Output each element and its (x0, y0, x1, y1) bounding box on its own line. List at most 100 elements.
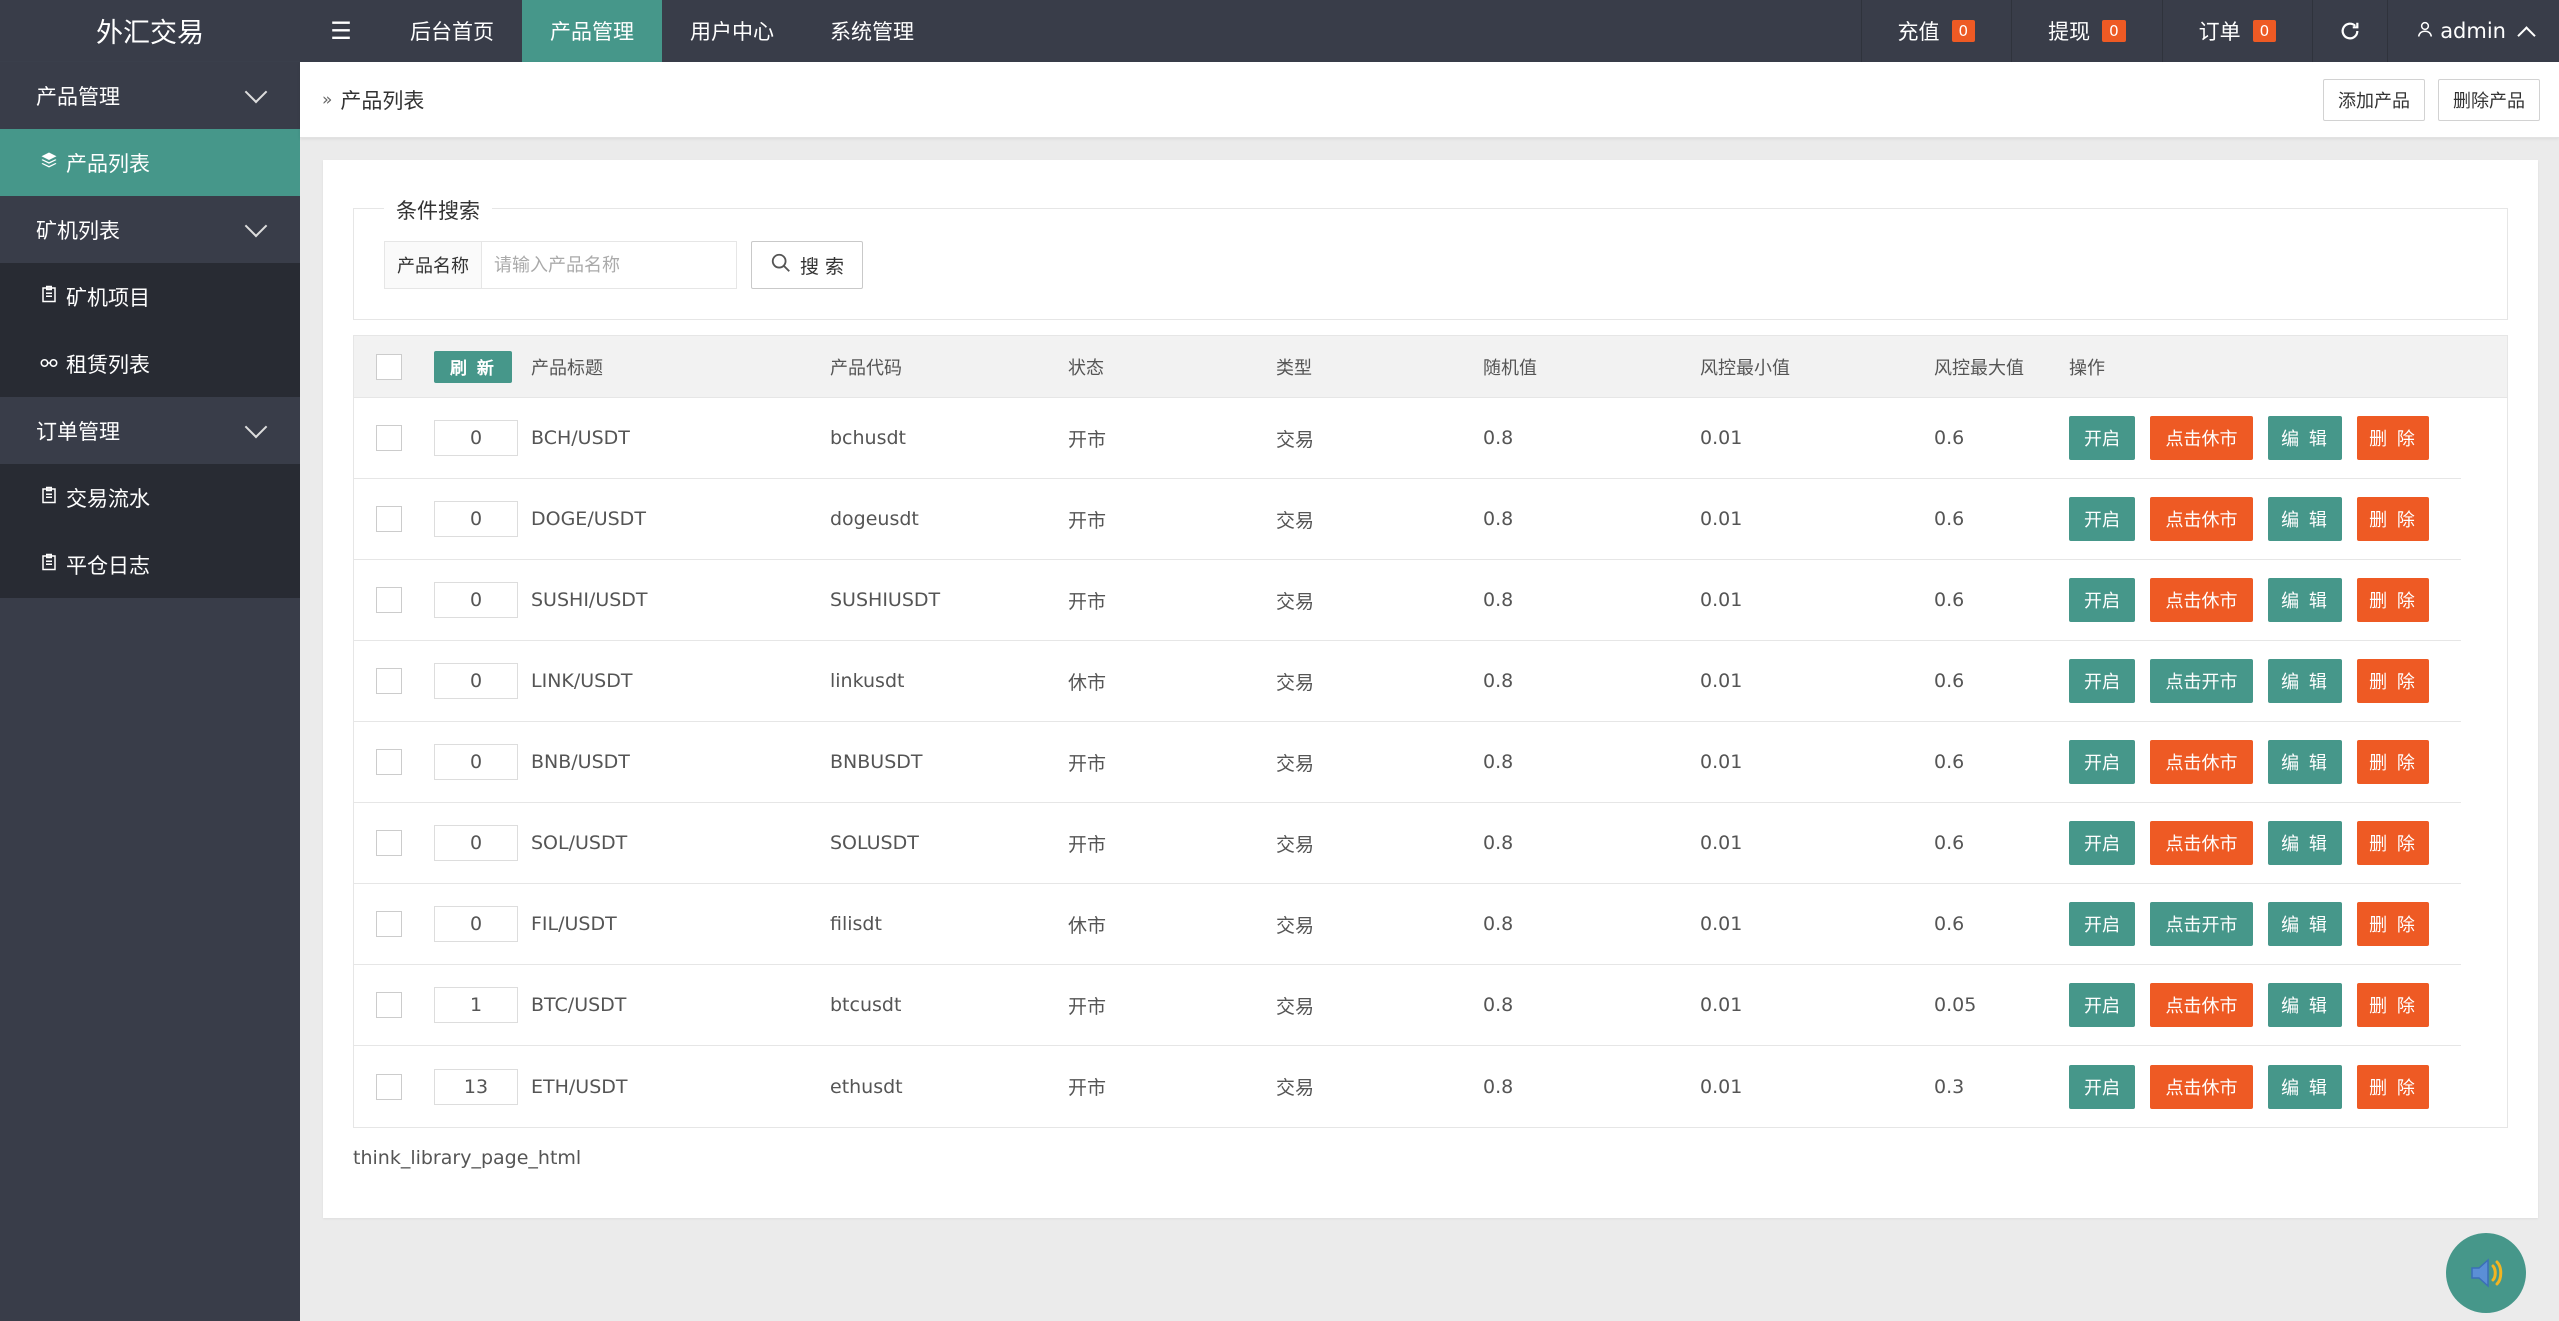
add-product-button[interactable]: 添加产品 (2323, 78, 2425, 121)
cell-risk-max: 0.6 (1934, 427, 1965, 449)
toggle-market-button[interactable]: 点击休市 (2150, 416, 2253, 460)
cell-status: 休市 (1068, 671, 1107, 694)
select-all-checkbox[interactable] (376, 353, 402, 380)
row-checkbox[interactable] (376, 749, 402, 775)
cell-title: SUSHI/USDT (531, 589, 648, 611)
row-checkbox[interactable] (376, 1073, 402, 1100)
sort-input[interactable] (434, 987, 518, 1023)
edit-button[interactable]: 编 辑 (2268, 497, 2342, 541)
delete-button[interactable]: 删 除 (2357, 740, 2429, 784)
toggle-market-button[interactable]: 点击开市 (2150, 902, 2253, 946)
edit-button[interactable]: 编 辑 (2268, 821, 2342, 865)
sidebar-group-miners[interactable]: 矿机列表 (0, 196, 300, 263)
sort-input[interactable] (434, 1068, 518, 1105)
row-checkbox[interactable] (376, 830, 402, 856)
sidebar-item-label: 矿机项目 (66, 285, 150, 310)
edit-button[interactable]: 编 辑 (2268, 578, 2342, 622)
cell-title: BNB/USDT (531, 751, 630, 773)
chevron-down-icon (244, 415, 268, 438)
toggle-market-button[interactable]: 点击休市 (2150, 497, 2253, 541)
toggle-market-button[interactable]: 点击休市 (2150, 821, 2253, 865)
sort-input[interactable] (434, 906, 518, 942)
top-nav-item-home[interactable]: 后台首页 (382, 0, 522, 62)
row-checkbox[interactable] (376, 992, 402, 1018)
clipboard-icon (38, 285, 60, 308)
sidebar-item-product-list[interactable]: 产品列表 (0, 129, 300, 196)
row-checkbox[interactable] (376, 668, 402, 694)
cell-code: btcusdt (830, 994, 902, 1016)
refresh-icon[interactable] (2312, 0, 2387, 62)
refresh-sort-button[interactable]: 刷 新 (434, 350, 512, 383)
delete-button[interactable]: 删 除 (2357, 983, 2429, 1027)
delete-button[interactable]: 删 除 (2357, 578, 2429, 622)
sort-input[interactable] (434, 825, 518, 861)
top-nav-item-system[interactable]: 系统管理 (802, 0, 942, 62)
open-button[interactable]: 开启 (2069, 740, 2135, 784)
delete-button[interactable]: 删 除 (2357, 659, 2429, 703)
cell-risk-min: 0.01 (1700, 670, 1743, 692)
row-checkbox[interactable] (376, 587, 402, 613)
edit-button[interactable]: 编 辑 (2268, 983, 2342, 1027)
sort-input[interactable] (434, 420, 518, 456)
cell-title: SOL/USDT (531, 832, 628, 854)
cell-risk-min: 0.01 (1700, 1075, 1743, 1098)
sidebar-group-products[interactable]: 产品管理 (0, 62, 300, 129)
row-checkbox[interactable] (376, 506, 402, 532)
chevron-down-icon (244, 80, 268, 103)
sidebar-item-label: 产品列表 (66, 151, 150, 176)
delete-button[interactable]: 删 除 (2357, 821, 2429, 865)
sidebar-group-label: 矿机列表 (36, 218, 120, 243)
toggle-market-button[interactable]: 点击休市 (2150, 983, 2253, 1027)
edit-button[interactable]: 编 辑 (2268, 902, 2342, 946)
order-link[interactable]: 订单 0 (2161, 0, 2313, 62)
toggle-market-button[interactable]: 点击开市 (2150, 659, 2253, 703)
delete-button[interactable]: 删 除 (2357, 902, 2429, 946)
sidebar-item-lease-list[interactable]: 租赁列表 (0, 330, 300, 397)
open-button[interactable]: 开启 (2069, 1064, 2135, 1109)
user-menu[interactable]: admin (2387, 0, 2559, 62)
sort-input[interactable] (434, 582, 518, 618)
open-button[interactable]: 开启 (2069, 416, 2135, 460)
cell-title: DOGE/USDT (531, 508, 646, 530)
open-button[interactable]: 开启 (2069, 578, 2135, 622)
delete-button[interactable]: 删 除 (2357, 1064, 2429, 1109)
top-nav-item-users[interactable]: 用户中心 (662, 0, 802, 62)
delete-product-button[interactable]: 删除产品 (2438, 78, 2540, 121)
open-button[interactable]: 开启 (2069, 497, 2135, 541)
sort-input[interactable] (434, 501, 518, 537)
cell-random: 0.8 (1483, 589, 1514, 611)
sidebar-item-close-logs[interactable]: 平仓日志 (0, 531, 300, 598)
cell-risk-max: 0.3 (1934, 1075, 1965, 1098)
delete-button[interactable]: 删 除 (2357, 416, 2429, 460)
withdraw-link[interactable]: 提现 0 (2011, 0, 2162, 62)
edit-button[interactable]: 编 辑 (2268, 659, 2342, 703)
sidebar-group-orders[interactable]: 订单管理 (0, 397, 300, 464)
toggle-market-button[interactable]: 点击休市 (2150, 578, 2253, 622)
toggle-market-button[interactable]: 点击休市 (2150, 1064, 2253, 1109)
open-button[interactable]: 开启 (2069, 983, 2135, 1027)
edit-button[interactable]: 编 辑 (2268, 1064, 2342, 1109)
product-name-input[interactable] (482, 241, 737, 289)
speaker-icon[interactable] (2446, 1233, 2526, 1313)
sort-input[interactable] (434, 744, 518, 780)
search-button[interactable]: 搜 索 (751, 241, 864, 289)
cell-risk-min: 0.01 (1700, 751, 1743, 773)
cell-risk-max: 0.05 (1934, 994, 1977, 1016)
open-button[interactable]: 开启 (2069, 902, 2135, 946)
row-checkbox[interactable] (376, 425, 402, 451)
top-bar: 外汇交易 ☰ 后台首页 产品管理 用户中心 系统管理 充值 0 提现 0 订单 … (0, 0, 2559, 62)
sidebar-item-miner-projects[interactable]: 矿机项目 (0, 263, 300, 330)
toggle-market-button[interactable]: 点击休市 (2150, 740, 2253, 784)
edit-button[interactable]: 编 辑 (2268, 740, 2342, 784)
sidebar-item-transactions[interactable]: 交易流水 (0, 464, 300, 531)
edit-button[interactable]: 编 辑 (2268, 416, 2342, 460)
delete-button[interactable]: 删 除 (2357, 497, 2429, 541)
cell-type: 交易 (1276, 428, 1315, 451)
top-nav-item-products[interactable]: 产品管理 (522, 0, 662, 62)
sort-input[interactable] (434, 663, 518, 699)
open-button[interactable]: 开启 (2069, 659, 2135, 703)
open-button[interactable]: 开启 (2069, 821, 2135, 865)
recharge-link[interactable]: 充值 0 (1860, 0, 2012, 62)
row-checkbox[interactable] (376, 911, 402, 937)
menu-toggle-icon[interactable]: ☰ (300, 0, 382, 62)
